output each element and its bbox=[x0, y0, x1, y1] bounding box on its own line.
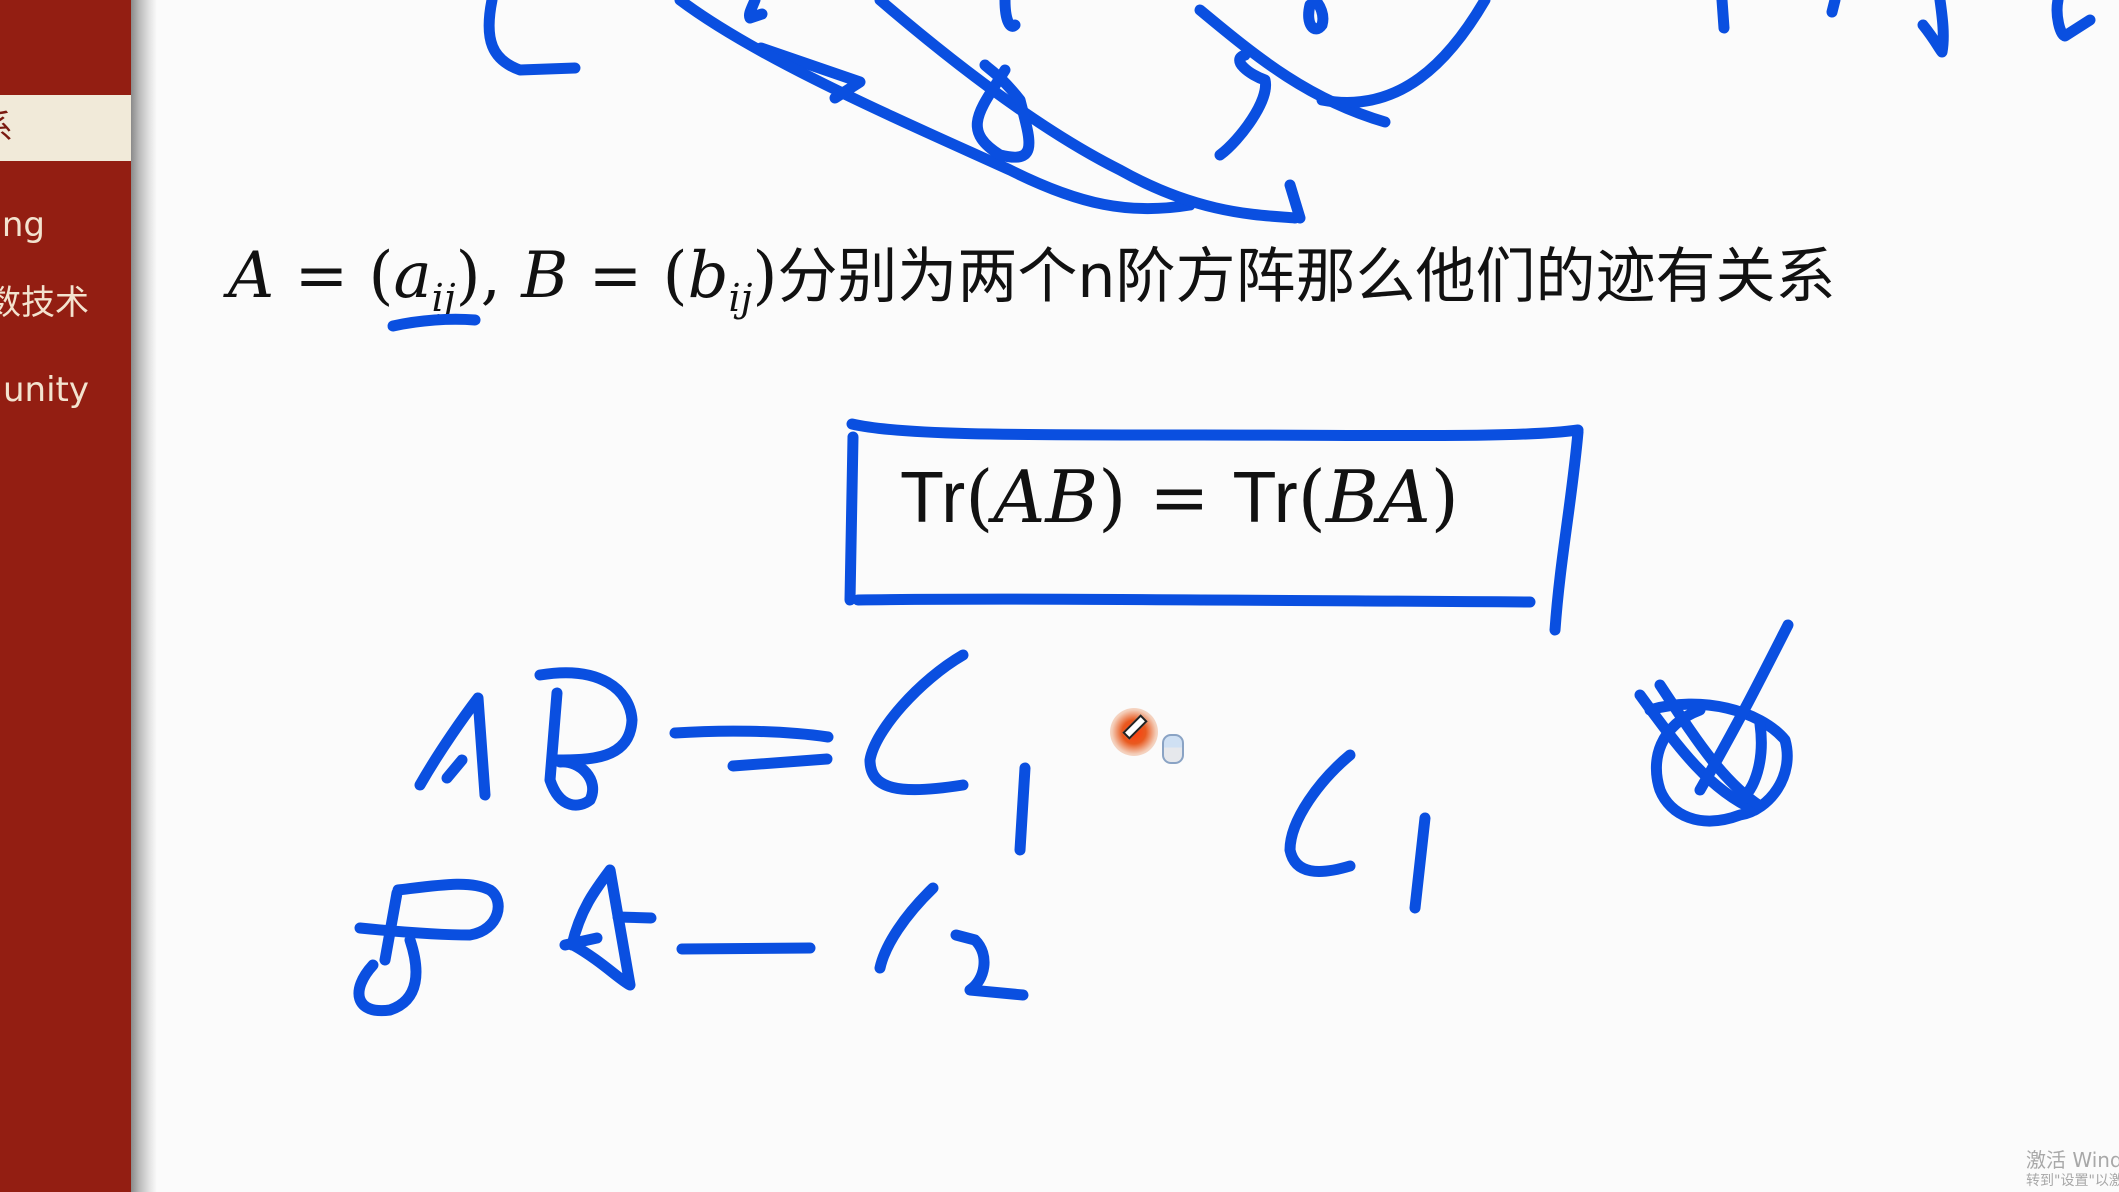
sidebar-item-label: 系 bbox=[0, 95, 13, 161]
math-rparen: ) bbox=[752, 239, 778, 313]
watermark-title: 激活 Windows bbox=[2026, 1148, 2119, 1172]
pen-cursor bbox=[1110, 708, 1184, 764]
math-eq: = bbox=[294, 239, 349, 313]
trace-formula: Tr(AB) = Tr(BA) bbox=[900, 455, 1459, 539]
activation-watermark: 激活 Windows 转到"设置"以激活 Windows。 bbox=[2026, 1148, 2119, 1190]
math-lparen: ( bbox=[662, 239, 688, 313]
sidebar-item[interactable]: 数技术 bbox=[0, 270, 131, 336]
sidebar: 系 ng 数技术 unity bbox=[0, 0, 131, 1192]
formula-rparen: ) bbox=[1430, 455, 1459, 539]
formula-rparen: ) bbox=[1098, 455, 1127, 539]
formula-right-args: BA bbox=[1325, 455, 1431, 539]
sidebar-item[interactable]: unity bbox=[0, 357, 131, 423]
math-rparen: ) bbox=[455, 239, 481, 313]
math-lparen: ( bbox=[368, 239, 394, 313]
matrix-statement: A = (aij), B = (bij)分别为两个n阶方阵那么他们的迹有关系 bbox=[228, 228, 1835, 320]
formula-tr: Tr bbox=[900, 458, 966, 538]
statement-text: 分别为两个n阶方阵那么他们的迹有关系 bbox=[777, 242, 1836, 312]
sidebar-item-label: unity bbox=[3, 370, 89, 410]
formula-lparen: ( bbox=[1297, 455, 1326, 539]
sidebar-item-label: 数技术 bbox=[0, 283, 89, 323]
watermark-subtitle: 转到"设置"以激活 Windows。 bbox=[2026, 1173, 2119, 1189]
formula-lparen: ( bbox=[965, 455, 994, 539]
math-var-B: B bbox=[521, 239, 569, 313]
mouse-icon bbox=[1162, 734, 1184, 764]
math-sub-ij: ij bbox=[431, 275, 456, 320]
sidebar-item[interactable]: ng bbox=[0, 192, 131, 258]
slide-canvas bbox=[157, 0, 2119, 1192]
sidebar-item-label: ng bbox=[1, 205, 45, 245]
math-var-A: A bbox=[228, 239, 275, 313]
formula-left-args: AB bbox=[993, 455, 1099, 539]
math-comma: , bbox=[480, 239, 501, 313]
sidebar-item-active[interactable]: 系 bbox=[0, 95, 131, 161]
sidebar-shadow bbox=[131, 0, 157, 1192]
formula-tr: Tr bbox=[1232, 458, 1298, 538]
math-sub-ij: ij bbox=[728, 275, 753, 320]
math-var-b: b bbox=[687, 239, 729, 313]
formula-eq: = bbox=[1149, 455, 1210, 539]
math-eq: = bbox=[588, 239, 643, 313]
math-var-a: a bbox=[393, 239, 432, 313]
